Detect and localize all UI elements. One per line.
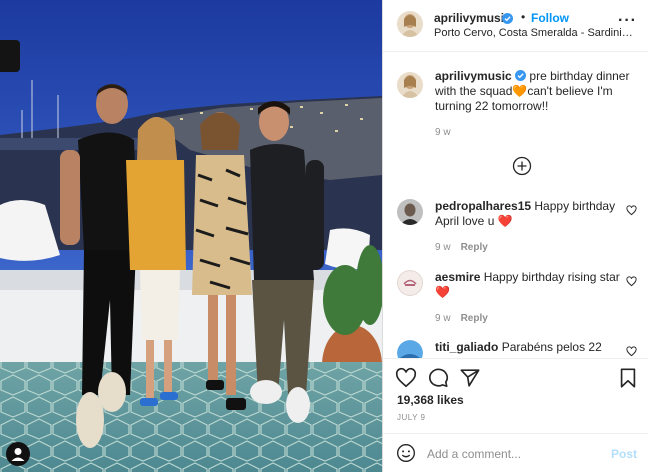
comment-time[interactable]: 9 w: [435, 242, 451, 253]
comment-username[interactable]: aesmire: [435, 270, 480, 284]
comment-text-block: pedropalhares15 Happy birthday April lov…: [435, 199, 625, 255]
heart-icon[interactable]: [395, 367, 417, 389]
post-header: aprilivymusic • Follow Porto Cervo, Cost…: [383, 0, 648, 52]
comment-input[interactable]: Add a comment...: [427, 447, 521, 461]
post-side-panel: aprilivymusic • Follow Porto Cervo, Cost…: [382, 0, 648, 472]
comment-meta: 9 w Reply: [435, 311, 625, 326]
comment-avatar[interactable]: [397, 270, 423, 296]
author-avatar[interactable]: [397, 11, 423, 37]
comment-username[interactable]: titi_galiado: [435, 340, 498, 354]
add-comment-bar: Add a comment... Post: [383, 433, 648, 473]
share-icon[interactable]: [459, 367, 481, 389]
caption-avatar[interactable]: [397, 72, 423, 98]
comment-text-block: titi_galiado Parabéns pelos 22: [435, 340, 625, 355]
caption-text-block: aprilivymusic pre birthday dinner with t…: [435, 69, 637, 140]
caption-username[interactable]: aprilivymusic: [435, 69, 512, 83]
caption-meta: 9 w: [435, 125, 637, 140]
reply-button[interactable]: Reply: [461, 313, 488, 324]
likes-count[interactable]: 19,368 likes: [397, 393, 464, 407]
post-location[interactable]: Porto Cervo, Costa Smeralda - Sardinia, …: [434, 27, 634, 39]
heart-icon[interactable]: [626, 205, 637, 216]
comment-meta: 9 w Reply: [435, 240, 625, 255]
bookmark-icon[interactable]: [617, 367, 639, 389]
emoji-icon[interactable]: [396, 443, 416, 463]
more-icon[interactable]: ···: [618, 12, 637, 30]
caption-time[interactable]: 9 w: [435, 127, 451, 138]
post-comment-button[interactable]: Post: [611, 447, 637, 461]
author-username[interactable]: aprilivymusic: [434, 11, 511, 25]
heart-icon[interactable]: [626, 346, 637, 357]
header-separator: •: [521, 10, 526, 24]
comment-icon[interactable]: [427, 367, 449, 389]
verified-icon: [515, 70, 527, 81]
user-tag-icon[interactable]: [6, 442, 30, 466]
verified-icon: [502, 13, 513, 24]
heart-icon[interactable]: [626, 276, 637, 287]
comment-username[interactable]: pedropalhares15: [435, 199, 531, 213]
follow-button[interactable]: Follow: [531, 11, 569, 25]
post-actions: 19,368 likes JULY 9 Add a comment... Pos…: [383, 358, 648, 472]
post-date[interactable]: JULY 9: [397, 413, 426, 422]
comment-time[interactable]: 9 w: [435, 313, 451, 324]
post-photo[interactable]: [0, 0, 382, 472]
photo-scene: [0, 0, 382, 472]
instagram-post: aprilivymusic • Follow Porto Cervo, Cost…: [0, 0, 648, 472]
comment-text-block: aesmire Happy birthday rising star ❤️ 9 …: [435, 270, 625, 326]
comment-avatar[interactable]: [397, 199, 423, 225]
load-more-icon[interactable]: [512, 156, 532, 176]
comment-text: Parabéns pelos 22: [501, 340, 602, 354]
reply-button[interactable]: Reply: [461, 242, 488, 253]
